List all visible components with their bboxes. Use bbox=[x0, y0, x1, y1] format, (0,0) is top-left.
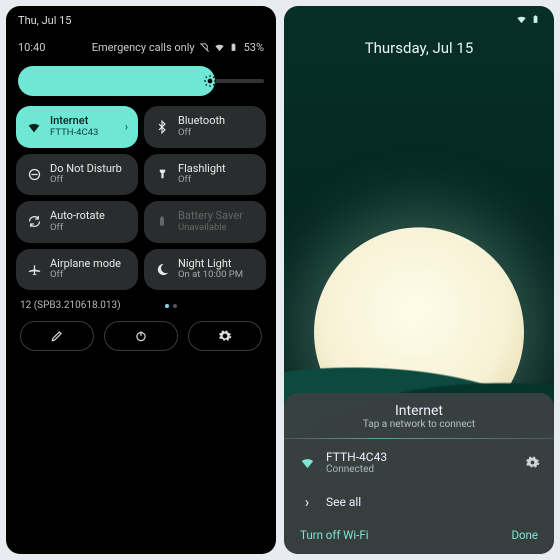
tile-sub: FTTH-4C43 bbox=[50, 128, 98, 139]
battery-status-icon bbox=[531, 14, 542, 25]
brightness-slider[interactable] bbox=[18, 66, 264, 96]
chevron-right-icon: › bbox=[125, 120, 128, 133]
qs-footer-buttons bbox=[6, 315, 276, 363]
see-all-row[interactable]: › See all bbox=[284, 484, 554, 520]
network-status: Connected bbox=[326, 464, 515, 475]
wifi-icon bbox=[298, 454, 316, 471]
battery-saver-icon bbox=[154, 214, 170, 230]
airplane-icon bbox=[26, 261, 42, 277]
tile-auto-rotate[interactable]: Auto-rotate Off bbox=[16, 201, 138, 243]
done-button[interactable]: Done bbox=[511, 528, 538, 542]
edit-button[interactable] bbox=[20, 321, 94, 351]
tile-flashlight[interactable]: Flashlight Off bbox=[144, 154, 266, 196]
bluetooth-icon bbox=[154, 119, 170, 135]
build-row: 12 (SPB3.210618.013) bbox=[6, 290, 276, 315]
tile-sub: Unavailable bbox=[178, 223, 243, 234]
sheet-divider bbox=[284, 438, 554, 439]
tile-label: Bluetooth bbox=[178, 115, 225, 128]
wifi-icon bbox=[26, 119, 42, 135]
battery-status-icon bbox=[229, 42, 240, 53]
wifi-status-icon bbox=[214, 42, 225, 53]
wifi-status-icon bbox=[516, 14, 527, 25]
tile-sub: Off bbox=[50, 270, 121, 281]
tile-night-light[interactable]: Night Light On at 10:00 PM bbox=[144, 249, 266, 291]
chevron-right-icon: › bbox=[298, 493, 316, 511]
battery-pct: 53% bbox=[244, 41, 264, 54]
clock: 10:40 bbox=[18, 41, 45, 54]
date-label: Thu, Jul 15 bbox=[18, 14, 71, 27]
no-sim-icon bbox=[199, 42, 210, 53]
brightness-icon bbox=[203, 74, 217, 88]
quick-settings-screen: Thu, Jul 15 10:40 Emergency calls only 5… bbox=[6, 6, 276, 554]
network-ssid: FTTH-4C43 bbox=[326, 450, 515, 464]
network-row[interactable]: FTTH-4C43 Connected bbox=[284, 441, 554, 484]
lock-status-bar bbox=[284, 6, 554, 33]
sheet-title: Internet bbox=[284, 403, 554, 419]
status-bar: 10:40 Emergency calls only 53% bbox=[6, 31, 276, 60]
lock-date: Thursday, Jul 15 bbox=[284, 39, 554, 57]
wallpaper: Internet Tap a network to connect FTTH-4… bbox=[284, 57, 554, 554]
page-indicator[interactable] bbox=[165, 304, 177, 308]
qs-tile-grid: Internet FTTH-4C43 › Bluetooth Off Do No… bbox=[6, 106, 276, 290]
network-settings-button[interactable] bbox=[525, 455, 540, 470]
gear-icon bbox=[218, 329, 232, 343]
sheet-subtitle: Tap a network to connect bbox=[284, 419, 554, 430]
tile-label: Auto-rotate bbox=[50, 210, 105, 223]
tile-sub: Off bbox=[178, 128, 225, 139]
notification-date-bar: Thu, Jul 15 bbox=[6, 6, 276, 31]
tile-internet[interactable]: Internet FTTH-4C43 › bbox=[16, 106, 138, 148]
tile-sub: Off bbox=[50, 223, 105, 234]
tile-sub: Off bbox=[50, 175, 122, 186]
flashlight-icon bbox=[154, 166, 170, 182]
tile-sub: On at 10:00 PM bbox=[178, 270, 243, 281]
build-number: 12 (SPB3.210618.013) bbox=[20, 300, 121, 311]
power-button[interactable] bbox=[104, 321, 178, 351]
dnd-icon bbox=[26, 166, 42, 182]
tile-sub: Off bbox=[178, 175, 226, 186]
turn-off-wifi-button[interactable]: Turn off Wi-Fi bbox=[300, 528, 369, 542]
gear-icon bbox=[525, 455, 540, 470]
internet-sheet: Internet Tap a network to connect FTTH-4… bbox=[284, 393, 554, 554]
tile-battery-saver[interactable]: Battery Saver Unavailable bbox=[144, 201, 266, 243]
pencil-icon bbox=[50, 329, 64, 343]
lock-screen: Thursday, Jul 15 Internet Tap a network … bbox=[284, 6, 554, 554]
tile-bluetooth[interactable]: Bluetooth Off bbox=[144, 106, 266, 148]
see-all-label: See all bbox=[326, 495, 540, 509]
tile-dnd[interactable]: Do Not Disturb Off bbox=[16, 154, 138, 196]
tile-airplane[interactable]: Airplane mode Off bbox=[16, 249, 138, 291]
emergency-label: Emergency calls only bbox=[92, 41, 195, 54]
night-light-icon bbox=[154, 261, 170, 277]
settings-button[interactable] bbox=[188, 321, 262, 351]
tile-label: Internet bbox=[50, 115, 98, 128]
tile-label: Battery Saver bbox=[178, 210, 243, 223]
power-icon bbox=[134, 329, 148, 343]
auto-rotate-icon bbox=[26, 214, 42, 230]
